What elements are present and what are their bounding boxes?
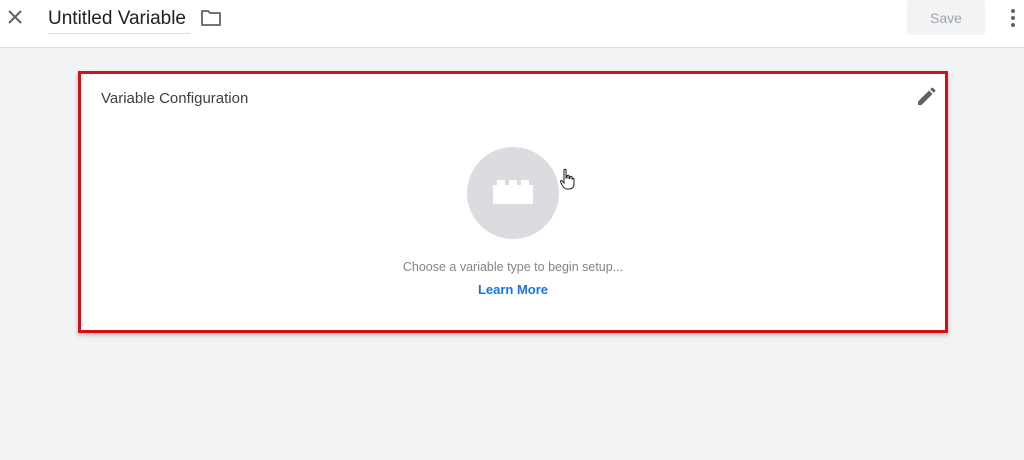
close-icon[interactable] <box>4 6 26 28</box>
setup-hint-text: Choose a variable type to begin setup... <box>402 260 624 274</box>
hand-pointer-icon <box>559 168 575 190</box>
card-title: Variable Configuration <box>101 90 249 107</box>
variable-name-input[interactable]: Untitled Variable <box>48 8 190 34</box>
edit-icon[interactable] <box>915 86 937 108</box>
learn-more-link[interactable]: Learn More <box>478 282 548 297</box>
variable-type-picker[interactable] <box>467 147 559 239</box>
top-bar: Untitled Variable Save <box>0 0 1024 48</box>
more-vert-icon[interactable] <box>1003 6 1023 30</box>
building-block-icon <box>493 180 533 204</box>
variable-configuration-card[interactable]: Variable Configuration Choose a variable… <box>78 71 948 333</box>
folder-icon[interactable] <box>200 9 222 27</box>
save-button[interactable]: Save <box>907 0 985 35</box>
